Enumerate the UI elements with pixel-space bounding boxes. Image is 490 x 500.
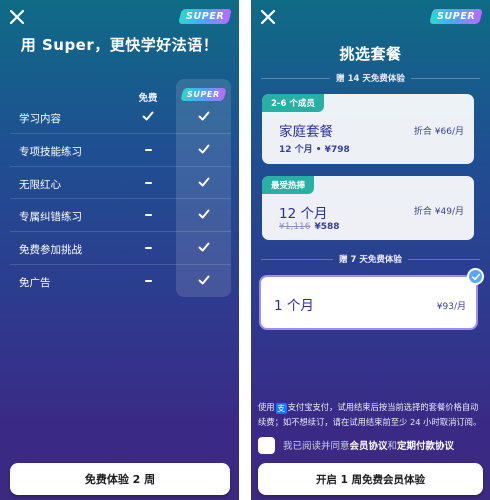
- feature-label: 免费参加挑战: [19, 244, 82, 257]
- check-icon: [142, 111, 154, 121]
- feature-comparison-table: 学习内容 专项技能练习 无限红心 专属纠错练习 免费参加挑战 免广告: [10, 101, 231, 298]
- check-icon: [198, 275, 210, 285]
- feature-row: 专项技能练习: [10, 134, 231, 167]
- selected-check-icon: [467, 268, 484, 285]
- member-agreement-link[interactable]: 会员协议: [350, 441, 388, 452]
- super-logo: SUPER: [429, 9, 483, 24]
- plan-card-1-month[interactable]: 1 个月 ¥93/月: [259, 268, 484, 330]
- agree-checkbox[interactable]: [258, 436, 275, 454]
- plan-old-price: ¥1,116: [279, 222, 311, 232]
- plan-card-family[interactable]: 2-6 个成员 家庭套餐 12 个月 • ¥798 折合 ¥66/月: [262, 94, 474, 164]
- trial-7-label: 赠 7 天免费体验: [339, 255, 402, 265]
- dash-icon: [145, 279, 152, 282]
- page-title: 用 Super，更快学好法语！: [20, 36, 219, 54]
- page-title: 挑选套餐: [339, 45, 402, 63]
- feature-label: 无限红心: [19, 178, 61, 191]
- agreement-row: 我已阅读并同意会员协议和定期付款协议: [258, 436, 488, 454]
- feature-label: 专属纠错练习: [19, 211, 82, 224]
- plan-name: 1 个月: [274, 298, 314, 314]
- dash-icon: [145, 247, 152, 250]
- start-trial-button[interactable]: 开启 1 周免费会员体验: [258, 463, 483, 495]
- feature-row: 学习内容: [10, 101, 231, 134]
- feature-row: 免广告: [10, 265, 231, 298]
- trial-7-divider: 赠 7 天免费体验: [261, 252, 480, 266]
- close-icon[interactable]: [260, 9, 276, 25]
- feature-label: 学习内容: [19, 113, 61, 125]
- payment-terms: 使用支支付宝支付，试用结束后按当前选择的套餐价格自动续费；如不想续订，请在试用结…: [258, 402, 482, 427]
- plan-card-12-months[interactable]: 最受热捧 12 个月 ¥1,116 ¥588 折合 ¥49/月: [262, 176, 474, 240]
- trial-14-divider: 赠 14 天免费体验: [261, 71, 480, 85]
- payment-method: 支付宝支付: [287, 402, 330, 412]
- plan-monthly-price: ¥93/月: [436, 302, 466, 312]
- super-logo: SUPER: [178, 9, 232, 24]
- plan-ribbon: 2-6 个成员: [262, 94, 324, 112]
- super-features-screen: SUPER 用 Super，更快学好法语！ 免费 SUPER 学习内容 专项技能…: [0, 0, 239, 500]
- plan-ribbon: 最受热捧: [262, 176, 315, 194]
- plan-subtitle: ¥1,116 ¥588: [279, 222, 340, 232]
- feature-row: 无限红心: [10, 167, 231, 200]
- check-icon: [198, 177, 210, 187]
- feature-label: 免广告: [19, 276, 51, 289]
- dash-icon: [145, 214, 152, 217]
- feature-row: 专属纠错练习: [10, 199, 231, 233]
- check-icon: [198, 209, 210, 219]
- plan-name: 家庭套餐: [279, 124, 333, 140]
- free-trial-button[interactable]: 免费体验 2 周: [10, 463, 230, 495]
- plan-selection-screen: SUPER 挑选套餐 赠 14 天免费体验 2-6 个成员 家庭套餐 12 个月…: [251, 0, 490, 500]
- feature-label: 专项技能练习: [19, 145, 82, 158]
- plan-monthly-price: 折合 ¥66/月: [413, 127, 464, 137]
- plan-subtitle: 12 个月 • ¥798: [279, 145, 350, 155]
- check-icon: [198, 111, 210, 121]
- feature-row: 免费参加挑战: [10, 232, 231, 265]
- super-column-logo: SUPER: [180, 88, 227, 101]
- close-icon[interactable]: [9, 9, 25, 25]
- plan-monthly-price: 折合 ¥49/月: [413, 207, 464, 217]
- plan-total-price: ¥588: [314, 222, 340, 232]
- dash-icon: [145, 148, 152, 151]
- trial-14-label: 赠 14 天免费体验: [336, 74, 405, 84]
- dash-icon: [145, 181, 152, 184]
- check-icon: [198, 242, 210, 252]
- plan-name: 12 个月: [279, 206, 328, 222]
- check-icon: [198, 144, 210, 154]
- recurring-payment-link[interactable]: 定期付款协议: [397, 441, 454, 452]
- alipay-icon: 支: [275, 403, 287, 414]
- agreement-text: 我已阅读并同意会员协议和定期付款协议: [283, 441, 455, 452]
